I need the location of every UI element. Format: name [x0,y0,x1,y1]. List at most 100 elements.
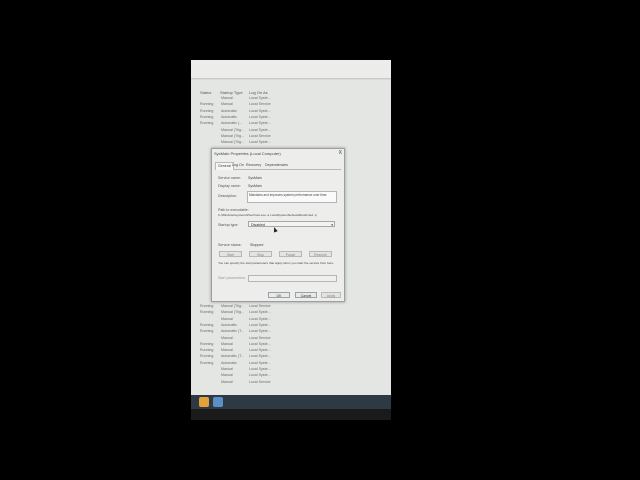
startup-type-select[interactable]: Disabled ▾ [248,221,335,227]
start-parameters-hint: You can specify the start parameters tha… [218,261,335,265]
path-value: C:\Windows\system32\svchost.exe -k Local… [218,213,317,217]
cell-logon: Local Syste... [249,348,271,353]
apply-button[interactable]: Apply [321,292,341,298]
column-log-on-as[interactable]: Log On As [249,90,268,95]
tab-log-on[interactable]: Log On [232,162,244,169]
cell-startup: Manual (Trig... [221,140,245,145]
resume-button[interactable]: Resume [309,251,332,257]
cell-startup: Manual [221,102,233,107]
service-name-label: Service name: [218,176,241,180]
start-parameters-input[interactable] [248,275,337,282]
table-row[interactable]: Manual (Trig... Local Service [191,134,391,140]
cell-logon: Local Syste... [249,367,271,371]
cell-logon: Local Service [249,133,271,138]
column-startup-type[interactable]: Startup Type [220,90,243,95]
cell-startup: Automatic (T... [221,329,244,334]
cell-logon: Local Syste... [249,354,271,359]
cell-startup: Manual (Trig... [221,304,245,308]
service-status-value: Stopped [250,243,264,247]
service-status-label: Service status: [218,243,242,247]
table-row[interactable]: Running Manual (Trig... Local Service [191,304,391,310]
cell-status: Running [200,114,214,119]
cell-startup: Automatic [221,114,237,119]
table-row[interactable]: Running Automatic (... Local Syste... [191,121,391,127]
description-text: Maintains and improves system performanc… [249,193,328,197]
start-button[interactable]: Start [219,251,242,257]
column-status[interactable]: Status [200,90,211,95]
cell-startup: Manual [221,367,233,371]
cell-status: Running [200,304,214,308]
cell-startup: Manual [221,341,233,346]
cell-logon: Local Syste... [249,121,271,126]
cell-status: Running [200,341,214,346]
table-row[interactable]: Manual Local Syste... [191,373,391,379]
search-icon[interactable] [213,397,223,407]
cell-startup: Manual (Trig... [221,310,245,315]
table-row[interactable]: Manual Local Service [191,380,391,386]
cancel-button[interactable]: Cancel [295,292,317,298]
service-name-value: SysMain [248,176,262,180]
table-row[interactable]: Manual Local Syste... [191,96,391,102]
description-label: Description: [218,194,237,198]
cell-startup: Manual [221,379,233,384]
cell-startup: Manual [221,316,233,321]
chevron-down-icon: ▾ [331,223,333,227]
table-row[interactable]: Manual (Trig... Local Syste... [191,128,391,134]
description-box[interactable]: Maintains and improves system performanc… [247,191,337,203]
cell-startup: Manual (Trig... [221,133,245,138]
cell-logon: Local Service [249,379,271,384]
cell-startup: Automatic [221,322,237,327]
tab-general[interactable]: General [215,162,234,170]
table-row[interactable]: Running Automatic (T... Local Syste... [191,329,391,335]
cell-logon: Local Syste... [249,322,271,327]
dialog-tabs: General Log On Recovery Dependencies [215,162,341,170]
cell-logon: Local Syste... [249,114,271,119]
tab-recovery[interactable]: Recovery [246,162,261,169]
display-name-value: SysMain [248,184,262,188]
table-row[interactable]: Running Manual Local Syste... [191,342,391,348]
close-icon[interactable]: X [339,150,342,156]
tab-dependencies[interactable]: Dependencies [265,162,288,169]
cell-startup: Automatic (T... [221,354,244,359]
path-label: Path to executable: [218,208,249,212]
table-row[interactable]: Running Manual (Trig... Local Syste... [191,310,391,316]
cell-logon: Local Service [249,102,271,107]
table-row[interactable]: Running Automatic Local Syste... [191,361,391,367]
table-row[interactable]: Manual (Trig... Local Syste... [191,140,391,146]
table-row[interactable]: Running Automatic (T... Local Syste... [191,354,391,360]
start-parameters-label: Start parameters: [218,276,246,280]
cell-logon: Local Service [249,335,271,340]
mouse-cursor-icon [272,226,278,233]
cell-startup: Automatic [221,360,237,365]
table-row[interactable]: Running Automatic Local Syste... [191,115,391,121]
cell-logon: Local Syste... [249,127,271,132]
table-row[interactable]: Running Automatic Local Syste... [191,109,391,115]
table-row[interactable]: Running Automatic Local Syste... [191,323,391,329]
cell-logon: Local Syste... [249,140,271,145]
cell-status: Running [200,108,214,113]
ok-button[interactable]: OK [268,292,290,298]
cell-startup: Manual [221,96,233,100]
cell-logon: Local Syste... [249,341,271,346]
table-row[interactable]: Running Manual Local Service [191,102,391,108]
chrome-icon[interactable] [199,397,209,407]
startup-type-label: Startup type: [218,223,239,227]
services-toolbar [191,60,391,79]
display-name-label: Display name: [218,184,241,188]
pause-button[interactable]: Pause [279,251,302,257]
table-row[interactable]: Manual Local Syste... [191,317,391,323]
cell-status: Running [200,102,214,107]
sysmain-properties-dialog: SysMain Properties (Local Computer) X Ge… [211,148,345,302]
taskbar [191,395,391,409]
table-row[interactable]: Manual Local Service [191,336,391,342]
table-row[interactable]: Manual Local Syste... [191,367,391,373]
cell-startup: Manual [221,373,233,378]
cell-status: Running [200,121,214,126]
cell-logon: Local Syste... [249,373,271,378]
table-row[interactable]: Running Manual Local Syste... [191,348,391,354]
stop-button[interactable]: Stop [249,251,272,257]
cell-logon: Local Syste... [249,316,271,321]
cell-status: Running [200,322,214,327]
cell-logon: Local Syste... [249,360,271,365]
cell-status: Running [200,354,214,359]
